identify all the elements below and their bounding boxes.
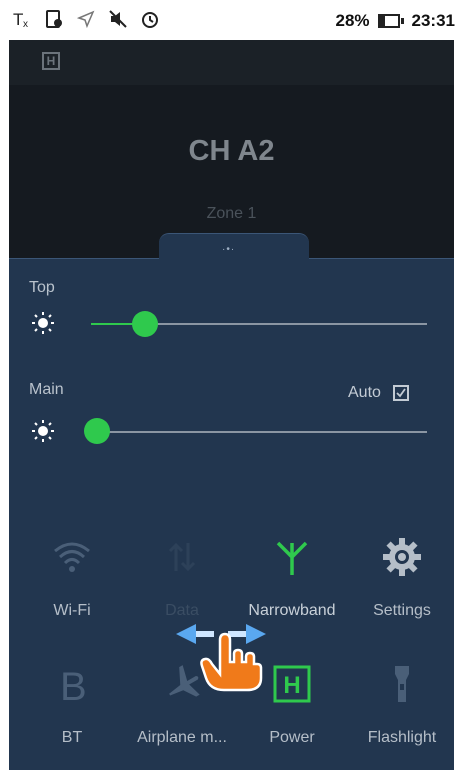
data-icon	[168, 542, 196, 572]
bluetooth-icon: B	[60, 665, 87, 704]
svg-text:T: T	[13, 10, 23, 29]
main-brightness-thumb[interactable]	[84, 418, 111, 444]
main-brightness-track[interactable]	[87, 431, 427, 433]
flashlight-icon	[395, 666, 409, 702]
top-brightness-thumb[interactable]	[131, 311, 158, 337]
auto-label: Auto	[348, 384, 381, 401]
zone-label: Zone 1	[206, 205, 257, 222]
power-letter: H	[283, 672, 300, 699]
tile-label: Airplane m...	[137, 729, 227, 746]
top-slider-label: Top	[29, 279, 55, 296]
clock: 23:31	[411, 11, 455, 30]
wifi-icon	[54, 542, 90, 572]
sim-card-icon	[46, 10, 62, 28]
tile-wifi[interactable]: Wi-Fi	[17, 537, 127, 647]
no-sim-icon: Tx	[13, 10, 28, 29]
panel-pull-handle[interactable]: ·•·	[159, 233, 309, 260]
tile-label: Power	[269, 729, 315, 746]
hand-pointer-icon	[200, 632, 263, 692]
quick-settings-panel: ·•· Top Main Auto Wi-Fi Data Narrowband …	[9, 233, 457, 770]
svg-text:B: B	[60, 665, 87, 704]
gear-icon	[383, 538, 421, 576]
h-badge-icon[interactable]: H	[42, 52, 60, 70]
mute-icon	[109, 10, 127, 28]
channel-title: CH A2	[188, 135, 275, 167]
svg-text:x: x	[23, 19, 28, 29]
tile-settings[interactable]: Settings	[347, 537, 457, 647]
tile-label: Settings	[373, 602, 431, 619]
battery-percent: 28%	[335, 11, 370, 30]
alarm-icon	[142, 12, 158, 28]
battery-icon	[377, 14, 404, 28]
brightness-icon	[32, 312, 54, 334]
tile-label: BT	[61, 729, 83, 746]
handle-dots-icon: ·•·	[222, 244, 236, 255]
tile-label: Flashlight	[367, 729, 437, 746]
tile-bluetooth[interactable]: B BT	[17, 664, 127, 774]
swipe-gesture-hint	[176, 624, 266, 692]
tile-label: Wi-Fi	[53, 602, 91, 619]
app-header: H	[9, 40, 454, 85]
antenna-icon	[276, 541, 308, 575]
main-slider-label: Main	[29, 381, 64, 398]
brightness-icon	[32, 420, 54, 442]
tile-flashlight[interactable]: Flashlight	[347, 664, 457, 774]
auto-checkbox[interactable]	[393, 385, 409, 401]
location-off-icon	[76, 10, 95, 29]
status-bar: Tx 28% 23:31	[0, 0, 463, 40]
